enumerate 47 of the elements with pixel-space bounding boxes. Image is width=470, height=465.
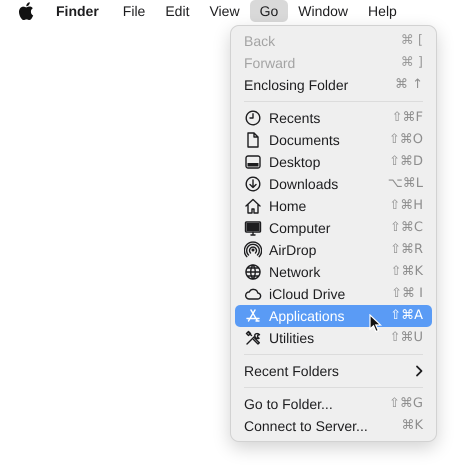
- menu-item[interactable]: Documents ⇧⌘O: [235, 129, 432, 151]
- shortcut-label: ⇧⌘O: [388, 131, 423, 150]
- menu-bar-item[interactable]: Edit: [155, 0, 200, 22]
- menu-bar-item[interactable]: View: [199, 0, 250, 22]
- shortcut-label: ⇧⌘G: [389, 395, 423, 414]
- shortcut-label: ⌘ ]: [400, 54, 423, 72]
- shortcut-label: ⇧⌘U: [390, 329, 423, 348]
- shortcut-label: ⇧⌘H: [389, 197, 423, 216]
- shortcut-label: ⇧⌘D: [389, 153, 423, 172]
- monitor-icon: [244, 219, 262, 237]
- menu-bar-item[interactable]: Help: [358, 0, 407, 22]
- menu-item[interactable]: Home ⇧⌘H: [235, 195, 432, 217]
- shortcut-label: ⇧⌘F: [392, 109, 423, 128]
- shortcut-label: ⇧⌘A: [390, 307, 423, 326]
- shortcut-label: ⇧⌘ I: [391, 285, 423, 304]
- menu-bar-item[interactable]: Window: [288, 0, 358, 22]
- menu-item[interactable]: Recent Folders: [235, 360, 432, 382]
- mouse-pointer-icon: [369, 314, 382, 333]
- menu-item[interactable]: Desktop ⇧⌘D: [235, 151, 432, 173]
- desktop-icon: [244, 153, 262, 171]
- menu-item[interactable]: Computer ⇧⌘C: [235, 217, 432, 239]
- shortcut-label: ⌘ ↑: [394, 76, 423, 94]
- menu-item[interactable]: Downloads ⌥⌘L: [235, 173, 432, 195]
- menu-item[interactable]: Enclosing Folder ⌘ ↑: [235, 74, 432, 96]
- menu-item[interactable]: Network ⇧⌘K: [235, 261, 432, 283]
- globe-icon: [244, 263, 262, 281]
- app-menu[interactable]: Finder: [46, 0, 109, 22]
- shortcut-label: ⌘ [: [400, 32, 423, 50]
- menu-item[interactable]: Go to Folder... ⇧⌘G: [235, 393, 432, 415]
- tools-icon: [244, 329, 262, 347]
- menu-item[interactable]: AirDrop ⇧⌘R: [235, 239, 432, 261]
- airdrop-icon: [244, 241, 262, 259]
- download-icon: [244, 175, 262, 193]
- menu-item[interactable]: Utilities ⇧⌘U: [235, 327, 432, 349]
- shortcut-label: ⌥⌘L: [388, 175, 423, 194]
- shortcut-label: ⇧⌘C: [390, 219, 423, 238]
- shortcut-label: ⇧⌘K: [390, 263, 423, 282]
- house-icon: [244, 197, 262, 215]
- chevron-right-icon: [415, 365, 423, 377]
- clock-icon: [244, 109, 262, 127]
- shortcut-label: ⇧⌘R: [390, 241, 423, 260]
- menu-item[interactable]: Recents ⇧⌘F: [235, 107, 432, 129]
- menu-bar-item[interactable]: File: [112, 0, 156, 22]
- menu-item[interactable]: Connect to Server... ⌘K: [235, 415, 432, 437]
- menu-item[interactable]: iCloud Drive ⇧⌘ I: [235, 283, 432, 305]
- menu-bar-item[interactable]: Go: [250, 0, 288, 22]
- shortcut-label: ⌘K: [401, 417, 423, 436]
